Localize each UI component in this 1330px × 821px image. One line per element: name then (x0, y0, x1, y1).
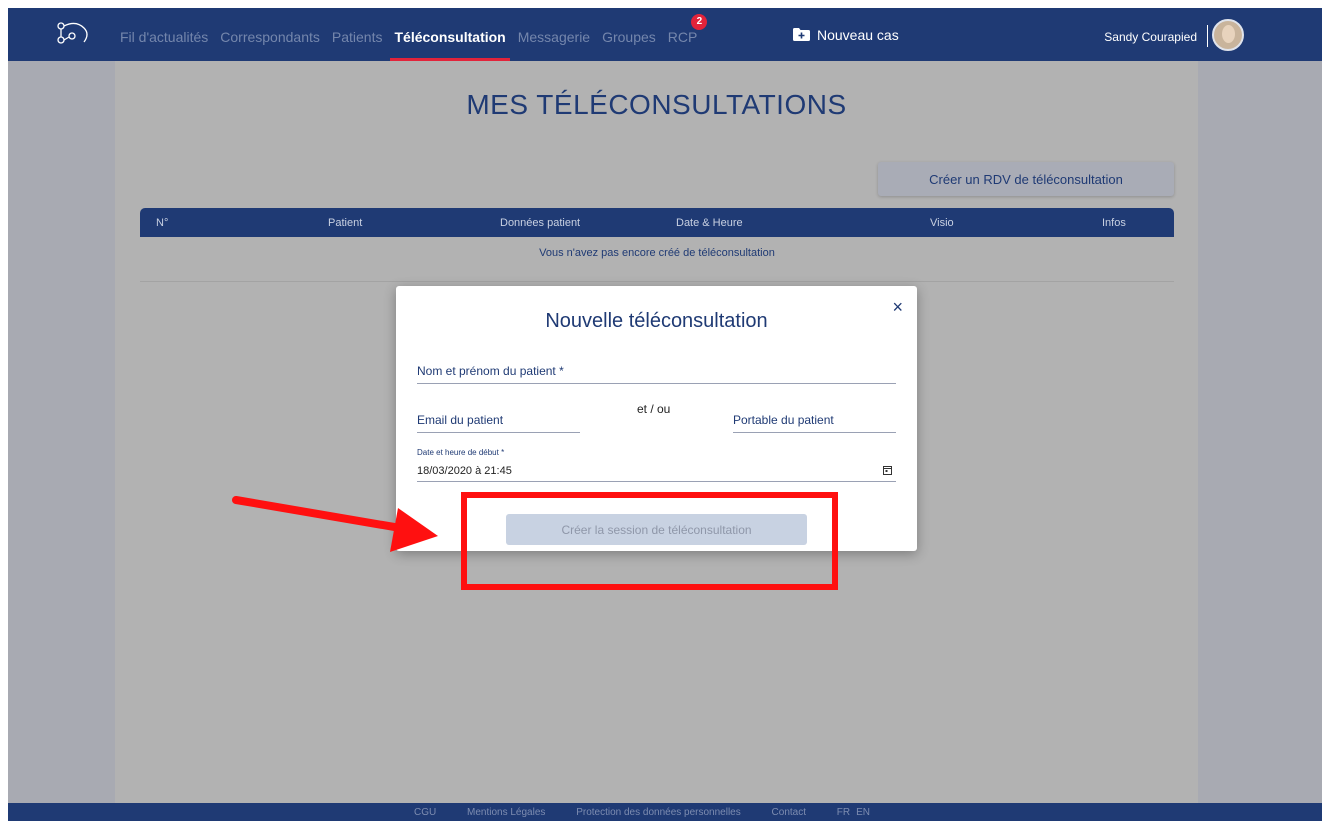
page-title: MES TÉLÉCONSULTATIONS (466, 89, 847, 120)
new-case-label: Nouveau cas (817, 26, 899, 43)
patient-phone-field[interactable]: Portable du patient (733, 406, 896, 433)
new-case-button[interactable]: Nouveau cas (793, 8, 899, 61)
avatar[interactable] (1212, 19, 1244, 51)
nav-item-correspondants[interactable]: Correspondants (220, 8, 320, 61)
column-header-visio: Visio (930, 217, 954, 229)
table-divider (140, 281, 1174, 282)
nav-item-label: Patients (331, 29, 383, 45)
column-header-date: Date & Heure (676, 217, 743, 229)
footer-link-contact[interactable]: Contact (772, 807, 806, 818)
and-or-label: et / ou (637, 402, 671, 416)
empty-table-message: Vous n'avez pas encore créé de téléconsu… (539, 247, 775, 259)
top-navigation-bar: Fil d'actualités Correspondants Patients… (8, 8, 1322, 61)
nav-item-label: Téléconsultation (394, 29, 506, 45)
patient-email-label: Email du patient (417, 413, 504, 427)
nav-item-fil-actualites[interactable]: Fil d'actualités (120, 8, 208, 61)
nav-item-rcp[interactable]: RCP 2 (667, 8, 708, 61)
nav-item-label: RCP (667, 29, 698, 45)
patient-phone-label: Portable du patient (733, 413, 834, 427)
column-header-patient-data: Données patient (500, 217, 581, 229)
patient-name-label: Nom et prénom du patient * (417, 364, 564, 378)
table-header: N° Patient Données patient Date & Heure … (140, 208, 1174, 237)
user-name[interactable]: Sandy Courapied (1104, 8, 1197, 61)
language-switcher: FR EN (837, 807, 876, 818)
user-separator (1207, 25, 1208, 47)
calendar-icon[interactable] (883, 465, 892, 475)
nav-item-patients[interactable]: Patients (332, 8, 383, 61)
main-nav: Fil d'actualités Correspondants Patients… (120, 8, 709, 61)
nav-item-label: Messagerie (517, 29, 591, 45)
nav-item-messagerie[interactable]: Messagerie (518, 8, 590, 61)
folder-plus-icon (793, 28, 810, 41)
notification-badge: 2 (691, 14, 708, 30)
start-datetime-value: 18/03/2020 à 21:45 (417, 465, 512, 477)
nav-item-label: Fil d'actualités (120, 29, 209, 45)
lang-fr[interactable]: FR (837, 807, 850, 818)
nav-item-groupes[interactable]: Groupes (602, 8, 656, 61)
create-rdv-button[interactable]: Créer un RDV de téléconsultation (878, 162, 1174, 196)
network-logo-icon[interactable] (54, 18, 94, 50)
footer-link-privacy[interactable]: Protection des données personnelles (576, 807, 741, 818)
patient-name-field[interactable]: Nom et prénom du patient * (417, 358, 896, 384)
column-header-patient: Patient (328, 217, 363, 229)
highlight-box (461, 492, 838, 590)
footer-link-cgu[interactable]: CGU (414, 807, 436, 818)
footer-links: CGU Mentions Légales Protection des donn… (414, 807, 904, 818)
patient-email-field[interactable]: Email du patient (417, 406, 580, 433)
lang-en[interactable]: EN (856, 807, 870, 818)
nav-item-label: Correspondants (220, 29, 320, 45)
red-arrow-icon (232, 496, 438, 552)
column-header-number: N° (156, 217, 169, 229)
nav-item-teleconsultation[interactable]: Téléconsultation (390, 8, 510, 61)
modal-title: Nouvelle téléconsultation (545, 310, 768, 332)
app-window: Fil d'actualités Correspondants Patients… (8, 8, 1322, 821)
nav-item-label: Groupes (602, 29, 656, 45)
avatar-face (1222, 25, 1235, 43)
start-datetime-label: Date et heure de début * (417, 448, 505, 457)
column-header-infos: Infos (1102, 217, 1126, 229)
start-datetime-field[interactable]: 18/03/2020 à 21:45 (417, 458, 896, 482)
footer-link-legal[interactable]: Mentions Légales (467, 807, 545, 818)
footer: CGU Mentions Légales Protection des donn… (8, 803, 1322, 821)
